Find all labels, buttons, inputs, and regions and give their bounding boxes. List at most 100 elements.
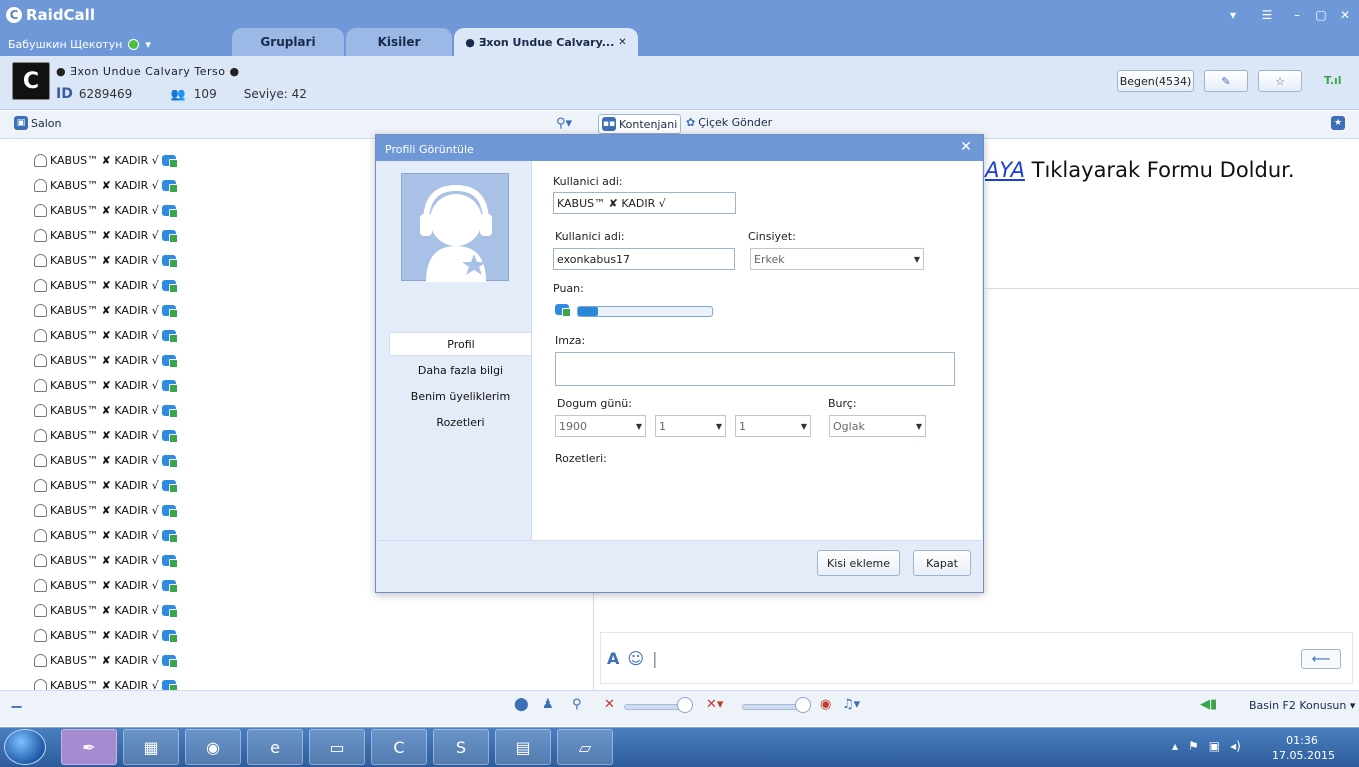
nav-memberships[interactable]: Benim üyeliklerim xyxy=(389,384,532,408)
list-item[interactable]: KABUS™ ✘ KADIR √ xyxy=(34,325,178,345)
emoji-icon[interactable]: ☺ xyxy=(627,649,644,668)
list-item[interactable]: KABUS™ ✘ KADIR √ xyxy=(34,300,178,320)
close-button[interactable]: Kapat xyxy=(913,550,971,576)
contents-button[interactable]: ▪▪ Kontenjani xyxy=(598,114,682,134)
list-item[interactable]: KABUS™ ✘ KADIR √ xyxy=(34,400,178,420)
collapse-icon[interactable]: − xyxy=(10,697,23,716)
taskbar-app-skype-icon[interactable]: S xyxy=(433,729,489,765)
skin-icon[interactable]: ▾ xyxy=(1224,6,1242,24)
gender-select[interactable]: Erkek ▼ xyxy=(750,248,924,270)
talk-mode-dropdown[interactable]: Basin F2 Konusun ▾ xyxy=(1249,699,1355,712)
tab-channel[interactable]: ● Ǝxon Undue Calvary... ✕ xyxy=(454,28,638,56)
taskbar-app-calculator-icon[interactable]: ▦ xyxy=(123,729,179,765)
nav-more-info[interactable]: Daha fazla bilgi xyxy=(389,358,532,382)
menu-icon[interactable]: ☰ xyxy=(1258,6,1276,24)
list-item[interactable]: KABUS™ ✘ KADIR √ xyxy=(34,525,178,545)
list-item[interactable]: KABUS™ ✘ KADIR √ xyxy=(34,450,178,470)
nav-badges[interactable]: Rozetleri xyxy=(389,410,532,434)
list-item[interactable]: KABUS™ ✘ KADIR √ xyxy=(34,425,178,445)
search-user-icon[interactable]: ⚲▾ xyxy=(556,116,572,131)
list-item[interactable]: KABUS™ ✘ KADIR √ xyxy=(34,675,178,691)
chevron-down-icon: ▼ xyxy=(635,421,642,431)
list-item[interactable]: KABUS™ ✘ KADIR √ xyxy=(34,575,178,595)
list-item[interactable]: KABUS™ ✘ KADIR √ xyxy=(34,600,178,620)
birth-month-select[interactable]: 1 ▼ xyxy=(655,415,726,437)
nav-profile[interactable]: Profil xyxy=(389,332,532,356)
taskbar-app-raidcall-icon[interactable]: C xyxy=(371,729,427,765)
music-icon[interactable]: ♫▾ xyxy=(842,697,860,712)
user-name: KABUS™ ✘ KADIR √ xyxy=(50,578,159,592)
speaker-volume-knob[interactable] xyxy=(677,697,693,713)
taskbar-app-remote-icon[interactable]: ▭ xyxy=(309,729,365,765)
list-item[interactable]: KABUS™ ✘ KADIR √ xyxy=(34,225,178,245)
taskbar-app-chrome-icon[interactable]: ◉ xyxy=(185,729,241,765)
gem-icon xyxy=(161,354,178,368)
list-item[interactable]: KABUS™ ✘ KADIR √ xyxy=(34,475,178,495)
mic-volume-knob[interactable] xyxy=(795,697,811,713)
user-icon[interactable]: ♟ xyxy=(542,697,554,712)
nickname-field[interactable]: KABUS™ ✘ KADIR √ xyxy=(553,192,736,214)
flag-icon[interactable]: ⚑ xyxy=(1188,739,1199,753)
user-icon xyxy=(34,578,47,592)
tray-expand-icon[interactable]: ▴ xyxy=(1172,739,1178,753)
start-button[interactable] xyxy=(4,729,46,765)
send-button[interactable]: ⟵ xyxy=(1301,649,1341,669)
chevron-down-icon[interactable]: ▾ xyxy=(145,38,151,51)
network-icon[interactable]: ▣ xyxy=(1209,739,1220,753)
tab-groups[interactable]: Gruplari xyxy=(232,28,344,56)
add-contact-button[interactable]: Kisi ekleme xyxy=(817,550,900,576)
list-item[interactable]: KABUS™ ✘ KADIR √ xyxy=(34,150,178,170)
speaker-mute-icon[interactable]: ✕ xyxy=(604,697,615,712)
list-item[interactable]: KABUS™ ✘ KADIR √ xyxy=(34,500,178,520)
favorite-button[interactable]: ☆ xyxy=(1258,70,1302,92)
birth-year-select[interactable]: 1900 ▼ xyxy=(555,415,646,437)
list-item[interactable]: KABUS™ ✘ KADIR √ xyxy=(34,275,178,295)
chat-divider xyxy=(985,288,1359,289)
signature-field[interactable] xyxy=(555,352,955,386)
minimize-icon[interactable]: – xyxy=(1288,6,1306,24)
user-name: KABUS™ ✘ KADIR √ xyxy=(50,678,159,691)
list-item[interactable]: KABUS™ ✘ KADIR √ xyxy=(34,650,178,670)
salon-button[interactable]: ▣ Salon xyxy=(14,116,61,130)
calendar-icon[interactable]: ★ xyxy=(1331,116,1345,130)
mic-mute-icon[interactable]: ✕▾ xyxy=(706,697,723,712)
record-icon[interactable]: ◉ xyxy=(820,697,831,712)
app-title: RaidCall xyxy=(26,6,95,24)
user-icon xyxy=(34,203,47,217)
user-icon xyxy=(34,253,47,267)
zodiac-select[interactable]: Oglak ▼ xyxy=(829,415,926,437)
tab-contacts[interactable]: Kisiler xyxy=(346,28,452,56)
taskbar-app-explorer-icon[interactable]: ▤ xyxy=(495,729,551,765)
taskbar-app-feather-icon[interactable]: ✒ xyxy=(61,729,117,765)
birth-day-select[interactable]: 1 ▼ xyxy=(735,415,811,437)
close-icon[interactable]: ✕ xyxy=(1336,6,1354,24)
current-user[interactable]: Бабушкин Щекотун ▾ xyxy=(8,38,151,51)
text-cursor: | xyxy=(652,649,658,668)
maximize-icon[interactable]: ▢ xyxy=(1312,6,1330,24)
volume-icon[interactable]: ◂) xyxy=(1230,739,1241,753)
search-icon[interactable]: ⚲ xyxy=(572,697,582,712)
clock[interactable]: 01:36 17.05.2015 xyxy=(1272,733,1335,763)
user-icon xyxy=(34,453,47,467)
list-item[interactable]: KABUS™ ✘ KADIR √ xyxy=(34,200,178,220)
list-item[interactable]: KABUS™ ✘ KADIR √ xyxy=(34,375,178,395)
list-item[interactable]: KABUS™ ✘ KADIR √ xyxy=(34,550,178,570)
dialog-close-icon[interactable]: ✕ xyxy=(958,139,974,155)
message-input[interactable] xyxy=(600,632,1353,684)
edit-profile-button[interactable]: ✎ xyxy=(1204,70,1248,92)
flower-icon: ✿ xyxy=(686,116,696,129)
list-item[interactable]: KABUS™ ✘ KADIR √ xyxy=(34,250,178,270)
font-icon[interactable]: A xyxy=(607,649,619,668)
list-item[interactable]: KABUS™ ✘ KADIR √ xyxy=(34,175,178,195)
account-field[interactable]: exonkabus17 xyxy=(553,248,735,270)
like-button[interactable]: Begen(4534) xyxy=(1117,70,1194,92)
list-item[interactable]: KABUS™ ✘ KADIR √ xyxy=(34,625,178,645)
taskbar-app-ie-icon[interactable]: e xyxy=(247,729,303,765)
list-item[interactable]: KABUS™ ✘ KADIR √ xyxy=(34,350,178,370)
location-icon[interactable]: ⬤ xyxy=(514,697,529,712)
form-link[interactable]: AYA xyxy=(985,158,1025,182)
taskbar-app-notepad-icon[interactable]: ▱ xyxy=(557,729,613,765)
tab-close-icon[interactable]: ✕ xyxy=(618,37,626,48)
account-label: Kullanici adi: xyxy=(555,230,625,243)
send-flower-button[interactable]: ✿ Çiçek Gönder xyxy=(686,116,772,129)
